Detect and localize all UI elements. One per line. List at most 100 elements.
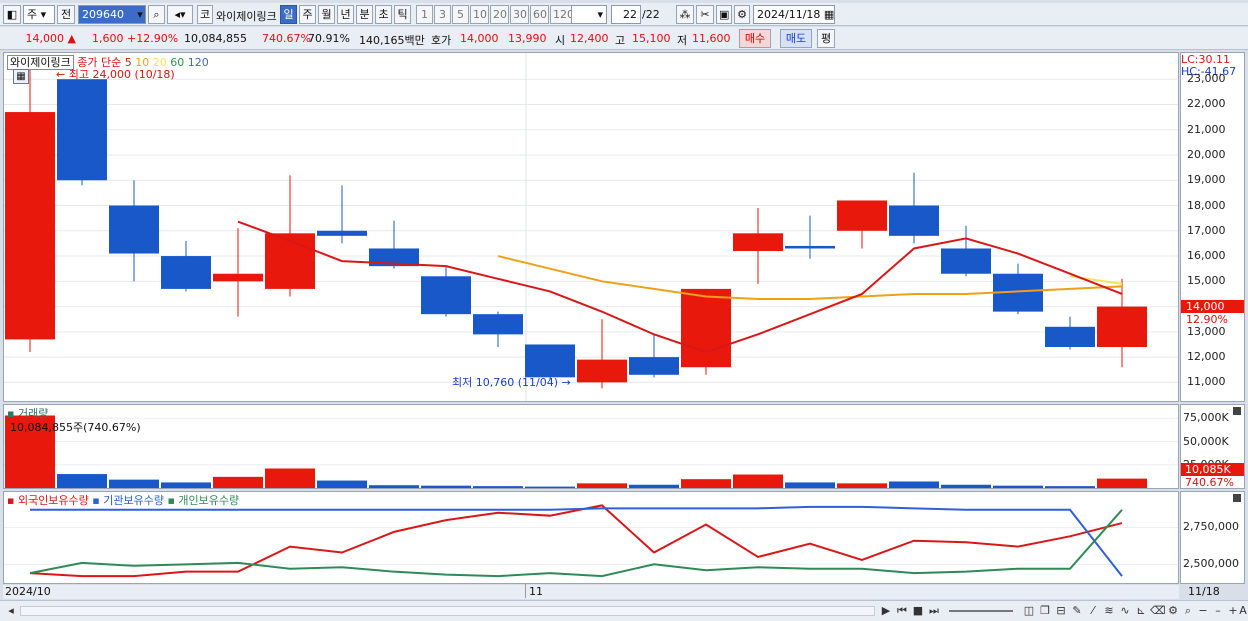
tab-period-1[interactable]: 주 (299, 5, 316, 24)
zoom-icon[interactable]: ⌕ (1181, 603, 1195, 619)
tab-interval-2[interactable]: 5 (452, 5, 469, 24)
volume-bar (993, 485, 1043, 488)
tab-period-4[interactable]: 분 (356, 5, 373, 24)
candle-body (941, 248, 991, 274)
price-tick-label: 12,000 (1187, 350, 1226, 364)
fib-icon[interactable]: ≋ (1102, 603, 1116, 619)
holdings-panel[interactable]: ▪ 외국인보유수량 ▪ 기관보유수량 ▪ 개인보유수량 (3, 491, 1179, 584)
candle-body (629, 357, 679, 375)
rewind-icon[interactable]: ⏮ (895, 603, 909, 619)
price-axis: LC:30.11 HC:-41.67 23,000 22,000 21,000 20,… (1180, 52, 1245, 402)
date-input[interactable]: 2024/11/18 ▦ (753, 5, 835, 24)
quote-bar: 14,000 ▲ 1,600 +12.90% 10,084,855 740.67… (0, 27, 1248, 50)
volume-panel[interactable]: ▪ 거래량 10,084,855주(740.67%) (3, 404, 1179, 489)
current-price-tag: 14,000 (1181, 300, 1244, 313)
tab-interval-5[interactable]: 30 (510, 5, 529, 24)
tab-period-6[interactable]: 틱 (394, 5, 411, 24)
ma-period-120: 120 (184, 56, 209, 69)
layout-icon[interactable]: ⊟ (1054, 603, 1068, 619)
holdings-legend-2: ▪ 개인보유수량 (167, 494, 240, 507)
volume-pct-tag: 740.67% (1185, 476, 1234, 489)
candle-body (525, 344, 575, 378)
close-icon[interactable] (1233, 494, 1241, 502)
eraser-icon[interactable]: ⌫ (1150, 603, 1166, 619)
tab-interval-0[interactable]: 1 (416, 5, 433, 24)
zoom-slider[interactable] (949, 610, 1013, 612)
price-tick-label: 21,000 (1187, 122, 1226, 136)
link-icon[interactable]: ⁂ (676, 5, 694, 24)
copy-icon[interactable]: ❐ (1038, 603, 1052, 619)
tab-period-0[interactable]: 일 (280, 5, 297, 24)
tab-interval-1[interactable]: 3 (434, 5, 451, 24)
shape-icon[interactable]: ◫ (1022, 603, 1036, 619)
tab-period-3[interactable]: 년 (337, 5, 354, 24)
chevron-down-icon[interactable]: ▾ (134, 6, 146, 25)
wave-icon[interactable]: ∿ (1118, 603, 1132, 619)
market-select[interactable]: 주 ▾ (23, 5, 55, 24)
interval-select[interactable]: ▾ (571, 5, 607, 24)
save-icon[interactable]: ▣ (716, 5, 732, 24)
volume-bar (1097, 478, 1147, 488)
scroll-left-icon[interactable]: ◂ (4, 603, 18, 619)
foreign-holdings-line (29, 504, 1123, 578)
draw-icon[interactable]: ✎ (1070, 603, 1084, 619)
tab-interval-6[interactable]: 60 (530, 5, 549, 24)
stop-icon[interactable]: ■ (911, 603, 925, 619)
candle-body (57, 79, 107, 181)
volume-bar (629, 484, 679, 488)
candle-body (785, 245, 835, 249)
price-tick-label: 11,000 (1187, 375, 1226, 389)
candle-body (421, 276, 471, 315)
measure-icon[interactable]: ⊾ (1134, 603, 1148, 619)
candle-body (681, 288, 731, 368)
candle-body (213, 273, 263, 282)
forward-icon[interactable]: ⏭ (927, 603, 941, 619)
gear-icon[interactable]: ⚙ (734, 5, 750, 24)
settings-icon[interactable]: ⚙ (1166, 603, 1180, 619)
page-total: /22 (642, 8, 660, 21)
buy-button[interactable]: 매수 (739, 29, 771, 48)
min-note-text: 최저 10,760 (11/04) (452, 376, 559, 389)
tab-interval-3[interactable]: 10 (470, 5, 489, 24)
turnover: 70.91% (308, 32, 350, 45)
average-button[interactable]: 평 (817, 29, 835, 48)
window-icon[interactable]: ◧ (3, 5, 21, 24)
volume-tick-label: 75,000K (1183, 411, 1229, 425)
sell-button[interactable]: 매도 (780, 29, 812, 48)
toolbar: ◧ 주 ▾ 전 209640 ▾ ⌕ ◂▾ 코 와이제이링크 일주월년분초틱 1… (0, 3, 1248, 26)
volume-tick-label: 50,000K (1183, 434, 1229, 448)
speaker-icon[interactable]: ◂▾ (167, 5, 193, 24)
price-tick-label: 22,000 (1187, 97, 1226, 111)
trend-icon[interactable]: ⁄ (1086, 603, 1100, 619)
grid-icon[interactable]: ▦ (13, 69, 29, 84)
volume-bar (161, 482, 211, 488)
page-input[interactable]: 22 (611, 5, 641, 24)
tab-interval-4[interactable]: 20 (490, 5, 509, 24)
tab-period-2[interactable]: 월 (318, 5, 335, 24)
candle-body (5, 112, 55, 340)
price-tick-label: 18,000 (1187, 198, 1226, 212)
tab-interval-7[interactable]: 120 (550, 5, 574, 24)
price-panel[interactable]: 와이제이링크 종가 단순 5 10 20 60 120 ▦ ← 최고 24,00… (3, 52, 1179, 402)
holdings-tick-label: 2,500,000 (1183, 557, 1239, 571)
play-icon[interactable]: ▶ (879, 603, 893, 619)
volume-chart[interactable] (4, 405, 1178, 488)
dash-icon[interactable]: – (1211, 603, 1225, 619)
market-kospi-button[interactable]: 코 (197, 5, 213, 24)
candle-body (837, 200, 887, 231)
search-icon[interactable]: ⌕ (148, 5, 165, 24)
scrollbar[interactable] (20, 606, 875, 616)
tools-icon[interactable]: ✂ (696, 5, 714, 24)
ask-price-2: 13,990 (508, 32, 547, 45)
open-price: 12,400 (570, 32, 609, 45)
tab-period-5[interactable]: 초 (375, 5, 392, 24)
font-icon[interactable]: A (1238, 603, 1248, 619)
close-icon[interactable] (1233, 407, 1241, 415)
prev-button[interactable]: 전 (57, 5, 75, 24)
minus-icon[interactable]: − (1196, 603, 1210, 619)
chevron-down-icon: ▾ (597, 8, 603, 21)
candle-body (109, 205, 159, 254)
price-tick-label: 17,000 (1187, 223, 1226, 237)
volume-ratio: 740.67% (262, 32, 311, 45)
candlestick-chart[interactable] (4, 53, 1178, 401)
